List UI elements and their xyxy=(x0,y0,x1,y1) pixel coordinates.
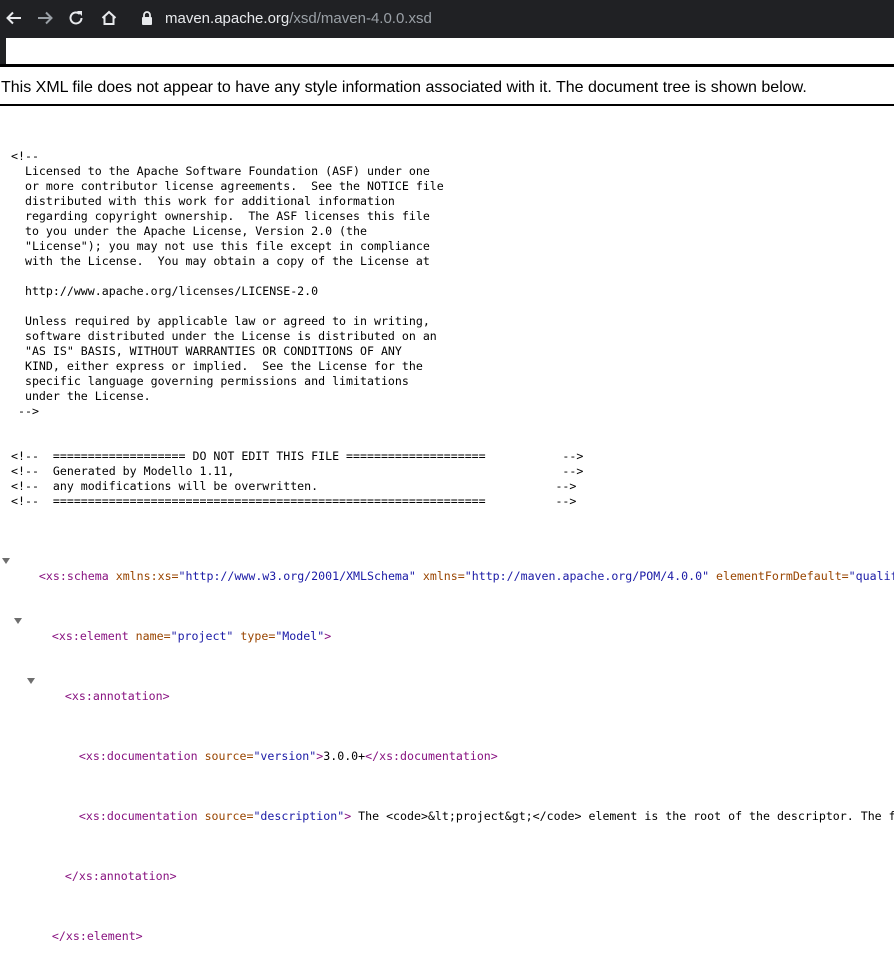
element-line: <xs:element name="project" type="Model"> xyxy=(0,614,894,643)
doc-text: 3.0.0+ xyxy=(323,749,366,763)
comment-line xyxy=(11,299,894,314)
schema-open-tag: <xs:schema xyxy=(38,569,109,583)
comment-line: <!-- =================== DO NOT EDIT THI… xyxy=(11,449,584,463)
comment-line: KIND, either express or implied. See the… xyxy=(11,359,423,373)
reload-icon[interactable] xyxy=(64,6,88,30)
lock-icon xyxy=(140,10,154,26)
annotation-open-tag: <xs:annotation> xyxy=(64,689,170,703)
comment-line: to you under the Apache License, Version… xyxy=(11,224,367,238)
element-end-tag: </xs:element> xyxy=(51,929,143,943)
comment-line: with the License. You may obtain a copy … xyxy=(11,254,430,268)
annotation-end-tag: </xs:annotation> xyxy=(64,869,177,883)
comment-line: distributed with this work for additiona… xyxy=(11,194,395,208)
attr-value: "description" xyxy=(253,809,345,823)
attr-name: xmlns:xs= xyxy=(108,569,179,583)
attr-name: type= xyxy=(233,629,276,643)
banner-divider xyxy=(0,64,894,67)
attr-name: source= xyxy=(197,749,254,763)
attr-value: "qualified" xyxy=(848,569,894,583)
attr-value: "project" xyxy=(170,629,234,643)
doc-end-tag: </xs:documentation> xyxy=(365,749,498,763)
xml-tree: <!-- Licensed to the Apache Software Fou… xyxy=(0,119,894,944)
collapse-arrow-icon[interactable] xyxy=(2,558,10,564)
attr-name: name= xyxy=(128,629,171,643)
doc-description-line: <xs:documentation source="description"> … xyxy=(0,794,894,823)
browser-toolbar: maven.apache.org/xsd/maven-4.0.0.xsd xyxy=(0,0,894,36)
comment-line xyxy=(11,269,894,284)
address-bar[interactable]: maven.apache.org/xsd/maven-4.0.0.xsd xyxy=(132,3,892,33)
attr-name: elementFormDefault= xyxy=(709,569,849,583)
forward-arrow-icon[interactable] xyxy=(33,6,57,30)
comment-line: "AS IS" BASIS, WITHOUT WARRANTIES OR CON… xyxy=(11,344,402,358)
attr-value: "http://www.w3.org/2001/XMLSchema" xyxy=(178,569,416,583)
comment-line: software distributed under the License i… xyxy=(11,329,437,343)
doc-text: The <code>&lt;project&gt;</code> element… xyxy=(351,809,894,823)
collapse-arrow-icon[interactable] xyxy=(14,618,22,624)
attr-value: "Model" xyxy=(275,629,325,643)
url-path: /xsd/maven-4.0.0.xsd xyxy=(289,9,432,27)
info-divider xyxy=(0,104,894,106)
blank-banner xyxy=(6,38,894,64)
doc-open-tag: <xs:documentation xyxy=(78,809,198,823)
attr-value: "http://maven.apache.org/POM/4.0.0" xyxy=(464,569,710,583)
annotation-end-line: </xs:annotation> xyxy=(0,854,894,883)
home-icon[interactable] xyxy=(97,6,121,30)
comment-line: Licensed to the Apache Software Foundati… xyxy=(11,164,430,178)
attr-value: "version" xyxy=(253,749,317,763)
tag-close: > xyxy=(316,749,324,763)
xml-viewer-info: This XML file does not appear to have an… xyxy=(1,79,807,96)
comment-line: <!-- xyxy=(11,149,39,163)
element-open-tag: <xs:element xyxy=(51,629,129,643)
tag-close: > xyxy=(344,809,352,823)
back-arrow-icon[interactable] xyxy=(2,6,26,30)
modello-comments: <!-- =================== DO NOT EDIT THI… xyxy=(0,449,894,509)
comment-line: regarding copyright ownership. The ASF l… xyxy=(11,209,430,223)
comment-line: <!-- ===================================… xyxy=(11,494,577,508)
annotation-line: <xs:annotation> xyxy=(0,674,894,703)
comment-line: <!-- Generated by Modello 1.11, --> xyxy=(11,464,584,478)
url-host: maven.apache.org xyxy=(165,9,290,27)
element-end-line: </xs:element> xyxy=(0,914,894,943)
comment-line: http://www.apache.org/licenses/LICENSE-2… xyxy=(11,284,319,298)
doc-version-line: <xs:documentation source="version">3.0.0… xyxy=(0,734,894,763)
attr-name: source= xyxy=(197,809,254,823)
comment-line: under the License. xyxy=(11,389,151,403)
comment-line: or more contributor license agreements. … xyxy=(11,179,444,193)
comment-line: --> xyxy=(11,404,39,418)
license-comment: <!-- Licensed to the Apache Software Fou… xyxy=(0,149,894,419)
tag-close: > xyxy=(324,629,332,643)
comment-line: specific language governing permissions … xyxy=(11,374,409,388)
comment-line: <!-- any modifications will be overwritt… xyxy=(11,479,577,493)
comment-line: Unless required by applicable law or agr… xyxy=(11,314,430,328)
comment-line: "License"); you may not use this file ex… xyxy=(11,239,430,253)
collapse-arrow-icon[interactable] xyxy=(27,678,35,684)
doc-open-tag: <xs:documentation xyxy=(78,749,198,763)
attr-name: xmlns= xyxy=(415,569,465,583)
schema-line: <xs:schema xmlns:xs="http://www.w3.org/2… xyxy=(0,554,894,583)
